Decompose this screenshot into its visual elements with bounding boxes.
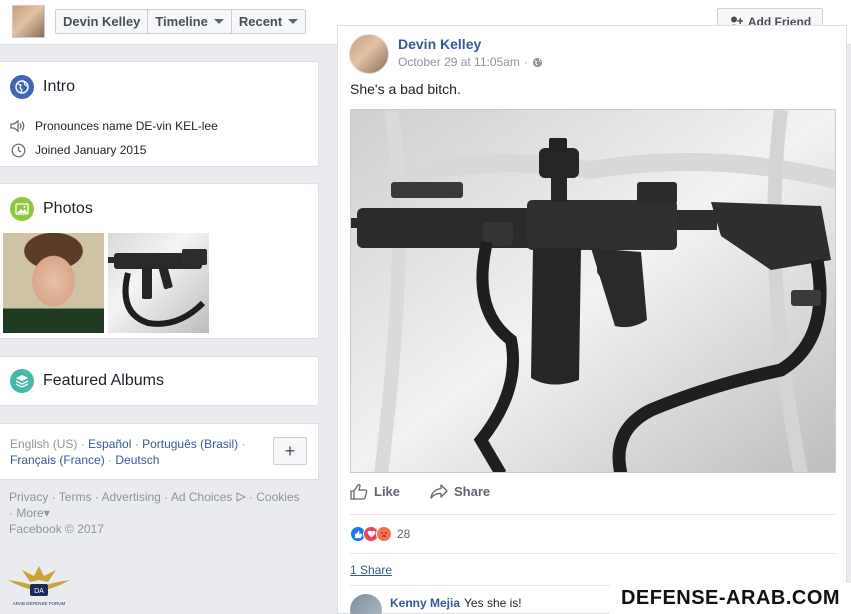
featured-albums-title[interactable]: Featured Albums bbox=[10, 369, 164, 393]
language-selector-card: English (US) · Español · Português (Bras… bbox=[0, 423, 319, 480]
divider bbox=[350, 514, 836, 515]
globe-privacy-icon[interactable] bbox=[532, 57, 543, 68]
share-count-link[interactable]: 1 Share bbox=[350, 563, 392, 577]
post-author-avatar[interactable] bbox=[349, 34, 389, 74]
ad-choices-icon bbox=[236, 492, 246, 502]
share-button[interactable]: Share bbox=[430, 483, 490, 500]
photo-icon bbox=[10, 197, 34, 221]
tab-profile-name-label: Devin Kelley bbox=[63, 14, 141, 29]
speaker-icon bbox=[10, 118, 26, 134]
intro-title-label: Intro bbox=[43, 78, 76, 95]
intro-joined-text: Joined January 2015 bbox=[35, 143, 147, 157]
tab-profile-name[interactable]: Devin Kelley bbox=[56, 10, 149, 33]
comment-item: Kenny Mejia Yes she is! bbox=[350, 594, 522, 614]
language-link-de[interactable]: Deutsch bbox=[115, 453, 159, 467]
watermark-text: DEFENSE-ARAB.COM bbox=[610, 583, 851, 614]
tab-timeline[interactable]: Timeline bbox=[148, 10, 232, 33]
commenter-avatar[interactable] bbox=[350, 594, 382, 614]
more-languages-button[interactable]: + bbox=[273, 437, 307, 465]
share-label: Share bbox=[454, 484, 491, 499]
footer-link-cookies[interactable]: Cookies bbox=[256, 490, 299, 504]
layers-icon bbox=[10, 369, 34, 393]
footer-link-terms[interactable]: Terms bbox=[59, 490, 92, 504]
footer-links: Privacy · Terms · Advertising · Ad Choic… bbox=[9, 490, 300, 536]
photos-title-label: Photos bbox=[43, 200, 93, 217]
post-meta: October 29 at 11:05am · bbox=[398, 55, 543, 69]
watermark-logo-caption: ARAB DEFENSE FORUM bbox=[13, 601, 66, 606]
clock-icon bbox=[10, 142, 26, 158]
divider bbox=[350, 553, 836, 554]
tab-recent[interactable]: Recent bbox=[232, 10, 305, 33]
comment-body: Kenny Mejia Yes she is! bbox=[390, 594, 522, 610]
intro-pronounce-row: Pronounces name DE-vin KEL-lee bbox=[10, 118, 218, 134]
photos-card: Photos bbox=[0, 183, 319, 339]
footer-link-more[interactable]: More bbox=[16, 506, 43, 520]
post-photo-rifle[interactable] bbox=[350, 109, 836, 473]
globe-icon bbox=[10, 75, 34, 99]
thumbs-up-icon bbox=[350, 484, 368, 500]
intro-joined-row: Joined January 2015 bbox=[10, 142, 146, 158]
angry-reaction-icon bbox=[376, 526, 392, 542]
plus-icon: + bbox=[284, 440, 296, 461]
meta-separator: · bbox=[523, 55, 528, 69]
like-button[interactable]: Like bbox=[350, 483, 400, 500]
profile-thumbnail[interactable] bbox=[12, 5, 45, 38]
footer-link-ad-choices[interactable]: Ad Choices bbox=[171, 490, 232, 504]
tab-recent-label: Recent bbox=[238, 14, 283, 29]
timeline-post: Devin Kelley October 29 at 11:05am · She… bbox=[337, 25, 847, 614]
post-author-name[interactable]: Devin Kelley bbox=[398, 36, 481, 52]
current-language: English (US) bbox=[10, 437, 78, 451]
language-link-es[interactable]: Español bbox=[88, 437, 131, 451]
copyright: Facebook © 2017 bbox=[9, 522, 104, 536]
share-arrow-icon bbox=[430, 484, 448, 499]
intro-title: Intro bbox=[10, 75, 75, 99]
photos-title[interactable]: Photos bbox=[10, 197, 93, 221]
chevron-down-icon bbox=[288, 19, 299, 24]
caret-down-icon: ▾ bbox=[43, 506, 50, 520]
photo-thumbnail-rifle[interactable] bbox=[108, 233, 209, 333]
featured-albums-card: Featured Albums bbox=[0, 356, 319, 406]
post-actions: Like Share bbox=[350, 483, 520, 500]
intro-card: Intro Pronounces name DE-vin KEL-lee Joi… bbox=[0, 61, 319, 167]
post-text: She's a bad bitch. bbox=[350, 81, 461, 97]
photo-thumbnail-portrait[interactable] bbox=[3, 233, 104, 333]
featured-albums-label: Featured Albums bbox=[43, 372, 164, 389]
reactions-summary[interactable]: 28 bbox=[350, 526, 410, 542]
reaction-count: 28 bbox=[397, 527, 411, 541]
profile-nav-tabs: Devin Kelley Timeline Recent bbox=[55, 9, 307, 34]
intro-pronounce-text: Pronounces name DE-vin KEL-lee bbox=[35, 119, 218, 133]
watermark-logo-text: DA bbox=[34, 588, 44, 595]
language-list: English (US) · Español · Português (Bras… bbox=[10, 437, 246, 467]
footer-link-privacy[interactable]: Privacy bbox=[9, 490, 48, 504]
footer-link-advertising[interactable]: Advertising bbox=[101, 490, 160, 504]
post-timestamp[interactable]: October 29 at 11:05am bbox=[398, 55, 520, 69]
watermark-logo-left: DA ARAB DEFENSE FORUM bbox=[4, 562, 74, 612]
commenter-name[interactable]: Kenny Mejia bbox=[390, 596, 460, 610]
chevron-down-icon bbox=[213, 19, 224, 24]
language-link-pt[interactable]: Português (Brasil) bbox=[142, 437, 238, 451]
comment-text: Yes she is! bbox=[464, 596, 522, 610]
tab-timeline-label: Timeline bbox=[155, 14, 208, 29]
language-link-fr[interactable]: Français (France) bbox=[10, 453, 105, 467]
like-label: Like bbox=[374, 484, 401, 499]
